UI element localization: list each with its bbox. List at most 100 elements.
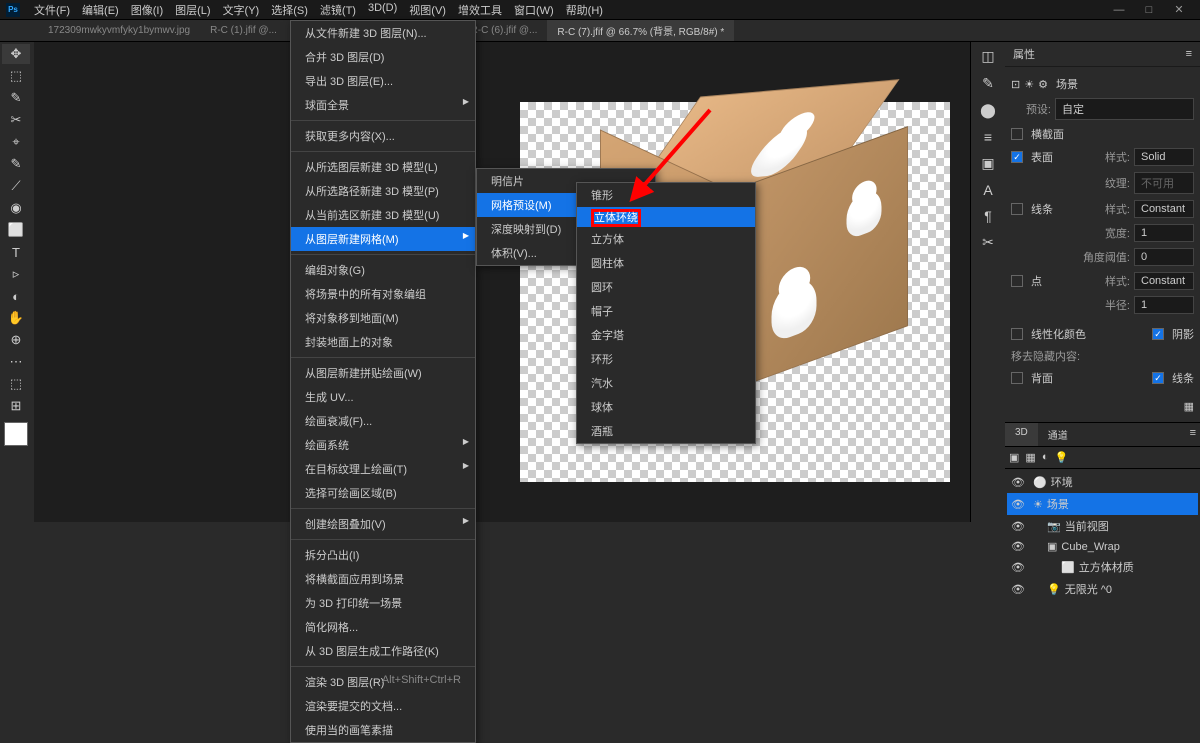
filter-mesh-icon[interactable]: ▦ <box>1025 451 1035 464</box>
tool-1[interactable]: ⬚ <box>2 66 30 86</box>
tab-icon-light[interactable]: ☀ <box>1024 78 1034 91</box>
menu-item-11[interactable]: 帮助(H) <box>560 2 609 18</box>
lines-style-select[interactable]: Constant <box>1134 200 1194 218</box>
3d-menu-item-2[interactable]: 导出 3D 图层(E)... <box>291 69 475 93</box>
tool-7[interactable]: ◉ <box>2 198 30 218</box>
visibility-toggle[interactable]: 👁 <box>1011 498 1025 511</box>
preset-item-10[interactable]: 酒瓶 <box>577 419 755 443</box>
preset-item-7[interactable]: 环形 <box>577 347 755 371</box>
tool-0[interactable]: ✥ <box>2 44 30 64</box>
tool-4[interactable]: ⌖ <box>2 132 30 152</box>
filter-material-icon[interactable]: ◐ <box>1042 451 1049 464</box>
3d-menu-item-21[interactable]: 在目标纹理上绘画(T) <box>291 457 475 481</box>
panel-icon-2[interactable]: ✎ <box>982 75 994 92</box>
filter-light-icon[interactable]: 💡 <box>1054 451 1068 464</box>
3d-menu-item-9[interactable]: 从当前选区新建 3D 模型(U) <box>291 203 475 227</box>
cross-section-check[interactable] <box>1011 128 1023 140</box>
3d-menu-item-29[interactable]: 简化网格... <box>291 615 475 639</box>
tab-icon-scene[interactable]: ⊡ <box>1011 78 1020 91</box>
minimize-button[interactable]: ― <box>1104 1 1134 19</box>
menu-item-4[interactable]: 文字(Y) <box>217 2 266 18</box>
tab-3d[interactable]: 3D <box>1005 423 1038 446</box>
3d-menu-item-34[interactable]: 使用当的画笔素描 <box>291 718 475 742</box>
angle-input[interactable]: 0 <box>1134 248 1194 266</box>
document-tab-0[interactable]: 172309mwkyvmfyky1bymwv.jpg <box>38 22 200 39</box>
preset-item-3[interactable]: 圆柱体 <box>577 251 755 275</box>
tool-16[interactable]: ⊞ <box>2 396 30 416</box>
tab-icon-settings[interactable]: ⚙ <box>1038 78 1048 91</box>
texture-select[interactable]: 不可用 <box>1134 172 1194 194</box>
3d-menu-item-24[interactable]: 创建绘图叠加(V) <box>291 512 475 536</box>
3d-menu-item-22[interactable]: 选择可绘画区域(B) <box>291 481 475 505</box>
tool-14[interactable]: ⋯ <box>2 352 30 372</box>
document-tab-1[interactable]: R-C (1).jfif @... <box>200 22 287 39</box>
3d-menu-item-12[interactable]: 编组对象(G) <box>291 258 475 282</box>
menu-item-7[interactable]: 3D(D) <box>362 2 403 18</box>
3d-menu-item-33[interactable]: 渲染要提交的文档... <box>291 694 475 718</box>
panel-icon-4[interactable]: ≡ <box>984 129 992 145</box>
3d-menu-item-13[interactable]: 将场景中的所有对象编组 <box>291 282 475 306</box>
tool-13[interactable]: ⊕ <box>2 330 30 350</box>
3d-scene-item-3[interactable]: 👁▣Cube_Wrap <box>1007 537 1198 556</box>
panel-icon-8[interactable]: ✂ <box>982 234 994 251</box>
visibility-toggle[interactable]: 👁 <box>1011 561 1025 574</box>
tool-12[interactable]: ✋ <box>2 308 30 328</box>
menu-item-0[interactable]: 文件(F) <box>28 2 76 18</box>
tool-11[interactable]: ◐ <box>2 286 30 306</box>
3d-scene-item-4[interactable]: 👁⬜立方体材质 <box>1007 556 1198 578</box>
preset-item-6[interactable]: 金字塔 <box>577 323 755 347</box>
3d-menu-item-5[interactable]: 获取更多内容(X)... <box>291 124 475 148</box>
3d-menu-item-0[interactable]: 从文件新建 3D 图层(N)... <box>291 21 475 45</box>
preset-item-5[interactable]: 帽子 <box>577 299 755 323</box>
render-icon[interactable]: ▦ <box>1184 400 1194 413</box>
panel-icon-3[interactable]: ⬤ <box>980 102 996 119</box>
width-input[interactable]: 1 <box>1134 224 1194 242</box>
edges-check[interactable] <box>1152 372 1164 384</box>
3d-menu-item-18[interactable]: 生成 UV... <box>291 385 475 409</box>
visibility-toggle[interactable]: 👁 <box>1011 583 1025 596</box>
3d-scene-item-0[interactable]: 👁⚪环境 <box>1007 471 1198 493</box>
3d-menu-item-26[interactable]: 拆分凸出(I) <box>291 543 475 567</box>
menu-item-6[interactable]: 滤镜(T) <box>314 2 362 18</box>
surface-check[interactable] <box>1011 151 1023 163</box>
preset-select[interactable]: 自定 <box>1055 98 1194 120</box>
3d-menu-item-27[interactable]: 将横截面应用到场景 <box>291 567 475 591</box>
visibility-toggle[interactable]: 👁 <box>1011 540 1025 553</box>
menu-item-8[interactable]: 视图(V) <box>403 2 452 18</box>
3d-menu-item-1[interactable]: 合并 3D 图层(D) <box>291 45 475 69</box>
tool-3[interactable]: ✂ <box>2 110 30 130</box>
preset-item-8[interactable]: 汽水 <box>577 371 755 395</box>
3d-menu-item-15[interactable]: 封装地面上的对象 <box>291 330 475 354</box>
back-check[interactable] <box>1011 372 1023 384</box>
panel-icon-5[interactable]: ▣ <box>981 155 994 172</box>
panel-icon-7[interactable]: ¶ <box>984 208 992 224</box>
menu-item-5[interactable]: 选择(S) <box>265 2 314 18</box>
tool-2[interactable]: ✎ <box>2 88 30 108</box>
menu-item-9[interactable]: 增效工具 <box>452 2 508 18</box>
tool-5[interactable]: ✎ <box>2 154 30 174</box>
3d-menu-item-14[interactable]: 将对象移到地面(M) <box>291 306 475 330</box>
tool-10[interactable]: ▹ <box>2 264 30 284</box>
3d-scene-item-1[interactable]: 👁☀场景 <box>1007 493 1198 515</box>
panel-icon-6[interactable]: A <box>983 182 992 198</box>
points-style-select[interactable]: Constant <box>1134 272 1194 290</box>
visibility-toggle[interactable]: 👁 <box>1011 476 1025 489</box>
menu-item-1[interactable]: 编辑(E) <box>76 2 125 18</box>
radius-input[interactable]: 1 <box>1134 296 1194 314</box>
close-button[interactable]: ✕ <box>1164 1 1194 19</box>
3d-menu-item-19[interactable]: 绘画衰减(F)... <box>291 409 475 433</box>
preset-item-9[interactable]: 球体 <box>577 395 755 419</box>
3d-menu-item-28[interactable]: 为 3D 打印统一场景 <box>291 591 475 615</box>
color-swatch[interactable] <box>4 422 28 446</box>
lines-check[interactable] <box>1011 203 1023 215</box>
preset-item-4[interactable]: 圆环 <box>577 275 755 299</box>
preset-item-2[interactable]: 立方体 <box>577 227 755 251</box>
3d-menu-item-8[interactable]: 从所选路径新建 3D 模型(P) <box>291 179 475 203</box>
3d-menu-item-3[interactable]: 球面全景 <box>291 93 475 117</box>
3d-scene-item-5[interactable]: 👁💡无限光 ^0 <box>1007 578 1198 600</box>
menu-item-2[interactable]: 图像(I) <box>125 2 169 18</box>
panel-icon-1[interactable]: ◫ <box>981 48 994 65</box>
3d-menu-item-32[interactable]: 渲染 3D 图层(R)Alt+Shift+Ctrl+R <box>291 670 475 694</box>
linearize-check[interactable] <box>1011 328 1023 340</box>
3d-menu-item-30[interactable]: 从 3D 图层生成工作路径(K) <box>291 639 475 663</box>
